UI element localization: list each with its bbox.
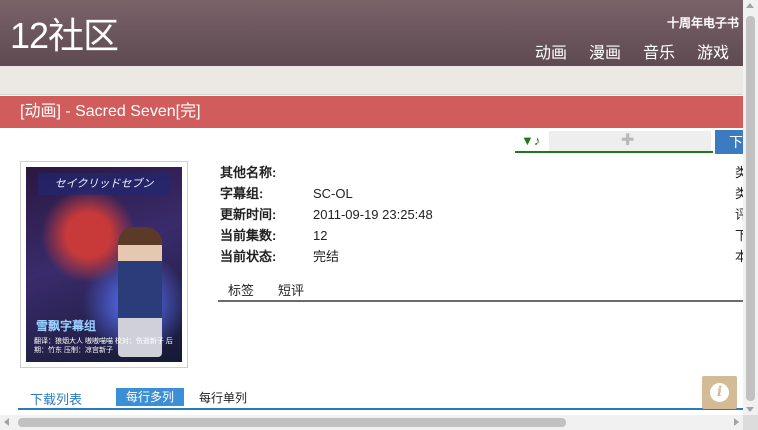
info-icon: i xyxy=(710,383,729,402)
tab-short-reviews[interactable]: 短评 xyxy=(278,280,304,300)
detail-tabs: 标签 短评 xyxy=(218,280,743,302)
site-logo[interactable]: 12社区 xyxy=(10,14,119,58)
info-value xyxy=(313,162,735,183)
info-value: 12 xyxy=(313,228,328,243)
poster-frame: セイクリッドセブン 雪飘字幕组 翻译：狼烟大人 嗷嗷喵喵 校对：伤逝新子 后期：… xyxy=(20,161,188,368)
page: 12社区 十周年电子书 动画 漫画 音乐 游戏 [动画] - Sacred Se… xyxy=(0,0,758,430)
info-button[interactable]: i xyxy=(702,376,737,409)
info-table: 其他名称: 类 字幕组: SC-OL 类 更新时间: 2011-09-19 23… xyxy=(220,162,743,267)
single-column-toggle[interactable]: 每行单列 xyxy=(199,389,247,406)
vertical-scroll-thumb[interactable] xyxy=(746,16,755,401)
info-row-updated: 更新时间: 2011-09-19 23:25:48 评 xyxy=(220,204,743,225)
scrollbar-corner xyxy=(743,415,758,430)
music-player-bar: ▼♪ ✚ xyxy=(515,131,713,153)
download-list-header: 下载列表 每行多列 每行单列 xyxy=(18,386,743,410)
poster-title: セイクリッドセブン xyxy=(38,173,170,195)
nav-manga[interactable]: 漫画 xyxy=(589,39,621,63)
info-label: 其他名称: xyxy=(220,165,277,180)
site-header: 12社区 十周年电子书 动画 漫画 音乐 游戏 xyxy=(0,0,743,66)
info-value: 2011-09-19 23:25:48 xyxy=(313,207,433,222)
info-row-episodes: 当前集数: 12 下 xyxy=(220,225,743,246)
info-label: 当前集数: xyxy=(220,228,277,243)
horizontal-scroll-thumb[interactable] xyxy=(18,418,566,427)
vertical-scrollbar[interactable] xyxy=(743,0,758,415)
nav-anime[interactable]: 动画 xyxy=(535,39,567,63)
info-row-subgroup: 字幕组: SC-OL 类 xyxy=(220,183,743,204)
poster-credits: 翻译：狼烟大人 嗷嗷喵喵 校对：伤逝新子 后期：竹东 压制：凉宫新子 xyxy=(34,338,173,354)
info-row-aliases: 其他名称: 类 xyxy=(220,162,743,183)
music-toggle-icon[interactable]: ▼♪ xyxy=(521,133,540,148)
tab-tags[interactable]: 标签 xyxy=(228,280,254,300)
info-row-status: 当前状态: 完结 本 xyxy=(220,246,743,267)
info-edge-text: 评 xyxy=(735,207,743,222)
scroll-down-icon[interactable] xyxy=(746,407,754,412)
nav-music[interactable]: 音乐 xyxy=(643,39,675,63)
sub-bar xyxy=(0,66,743,95)
info-value[interactable]: SC-OL xyxy=(313,183,735,204)
download-list-title[interactable]: 下载列表 xyxy=(30,389,82,408)
info-label: 当前状态: xyxy=(220,249,277,264)
scroll-right-icon[interactable] xyxy=(734,418,739,426)
poster-image[interactable]: セイクリッドセブン 雪飘字幕组 翻译：狼烟大人 嗷嗷喵喵 校对：伤逝新子 后期：… xyxy=(26,167,182,362)
poster-group-name: 雪飘字幕组 xyxy=(36,319,97,333)
info-edge-text: 本 xyxy=(735,249,743,264)
anniversary-ebook-link[interactable]: 十周年电子书 xyxy=(667,14,739,31)
puzzle-icon: ✚ xyxy=(621,132,635,149)
info-value: 完结 xyxy=(313,249,340,264)
info-edge-text: 类 xyxy=(735,186,743,201)
nav-games[interactable]: 游戏 xyxy=(697,39,729,63)
main-nav: 动画 漫画 音乐 游戏 xyxy=(535,39,729,63)
info-edge-text: 下 xyxy=(735,228,743,243)
scroll-left-icon[interactable] xyxy=(4,418,9,426)
multi-column-toggle[interactable]: 每行多列 xyxy=(116,388,184,406)
page-title: [动画] - Sacred Seven[完] xyxy=(0,96,743,128)
info-label: 更新时间: xyxy=(220,207,277,222)
plugin-placeholder[interactable]: ✚ xyxy=(549,131,711,151)
info-edge-text: 类 xyxy=(735,165,743,180)
info-label: 字幕组: xyxy=(220,186,264,201)
scroll-up-icon[interactable] xyxy=(746,3,754,8)
horizontal-scrollbar[interactable] xyxy=(0,415,743,430)
